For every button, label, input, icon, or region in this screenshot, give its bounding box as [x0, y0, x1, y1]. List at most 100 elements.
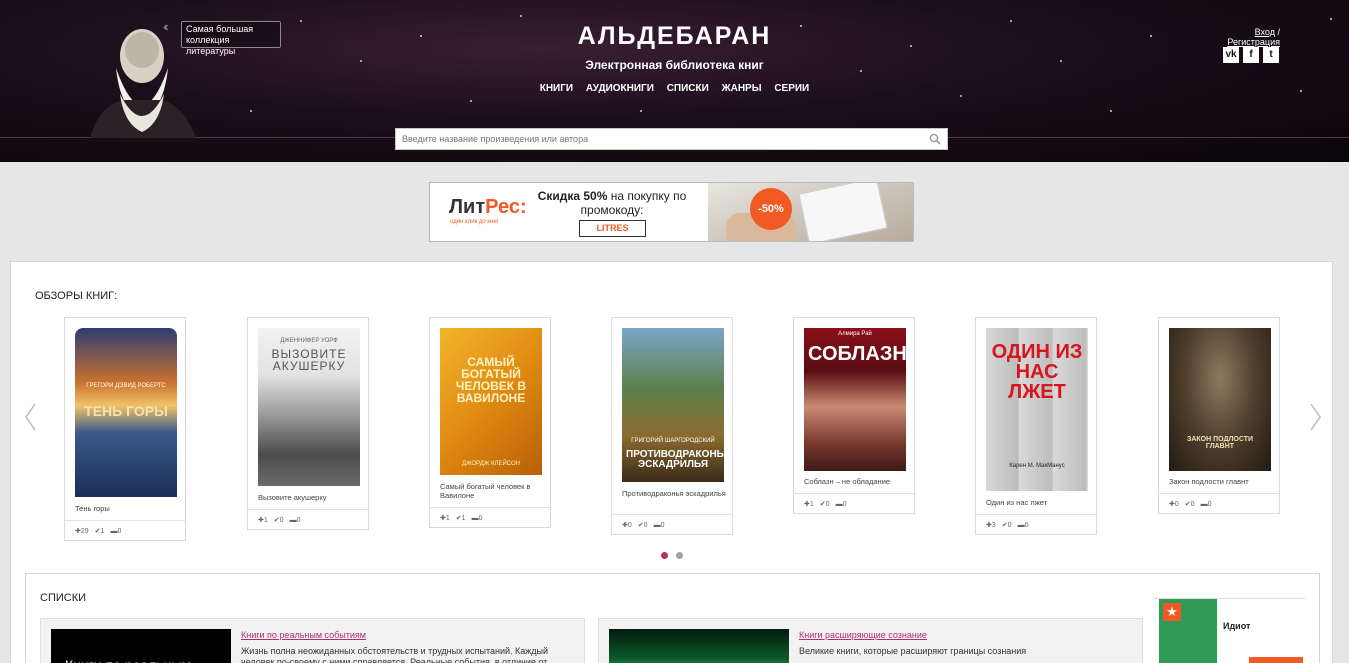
social-links: vk f t: [1223, 47, 1281, 63]
comments-count: ▬0: [1200, 501, 1212, 508]
checks-value: 1: [461, 515, 466, 522]
checks-count: ✔0: [1001, 522, 1012, 529]
carousel-prev-icon[interactable]: [23, 402, 39, 432]
book-title[interactable]: Соблазн – не обладание: [804, 477, 908, 486]
book-cover[interactable]: ГРИГОРИЙ ШАРГОРОДСКИЙ ПРОТИВОДРАКОНЬЯ ЭС…: [622, 328, 724, 482]
book-card[interactable]: САМЫЙ БОГАТЫЙ ЧЕЛОВЕК В ВАВИЛОНЕ ДЖОРДЖ …: [429, 317, 551, 528]
likes-value: 0: [1174, 501, 1179, 508]
cover-author: ДЖОРДЖ КЛЕЙСОН: [462, 461, 520, 467]
list-description: Жизнь полна неожиданных обстоятельств и …: [241, 646, 549, 663]
checks-value: 1: [100, 528, 105, 535]
banner-photo: -50%: [708, 183, 913, 241]
comments-value: 0: [1207, 501, 1212, 508]
discount-badge: -50%: [750, 188, 792, 230]
cover-title: ТЕНЬ ГОРЫ: [84, 403, 168, 419]
likes-count: ✚3: [986, 522, 996, 529]
site-tagline: Электронная библиотека книг: [585, 58, 764, 72]
checks-count: ✔0: [1184, 501, 1195, 508]
book-cover[interactable]: ГРЕГОРИ ДЭВИД РОБЕРТС ТЕНЬ ГОРЫ: [75, 328, 177, 497]
list-thumbnail[interactable]: Книги по реальным: [51, 629, 231, 663]
list-card[interactable]: Книги по реальным Книги по реальным собы…: [40, 618, 585, 663]
checks-value: 0: [1190, 501, 1195, 508]
comments-value: 0: [117, 528, 122, 535]
list-card[interactable]: Книги расширяющие сознание Великие книги…: [598, 618, 1143, 663]
book-cover[interactable]: САМЫЙ БОГАТЫЙ ЧЕЛОВЕК В ВАВИЛОНЕ ДЖОРДЖ …: [440, 328, 542, 475]
cover-title: ОДИН ИЗ НАС ЛЖЕТ: [991, 341, 1083, 403]
book-card[interactable]: Алмира Рай СОБЛАЗН Соблазн – не обладани…: [793, 317, 915, 514]
promo-code: LITRES: [579, 220, 646, 237]
book-cover[interactable]: ЗАКОН ПОДЛОСТИ ГЛАВНТ: [1169, 328, 1271, 471]
list-description: Великие книги, которые расширяют границы…: [799, 646, 1027, 656]
checks-count: ✔0: [637, 522, 648, 529]
likes-count: ✚1: [440, 515, 450, 522]
login-link[interactable]: Вход: [1255, 27, 1275, 37]
featured-book-cover[interactable]: ★: [1159, 599, 1217, 663]
book-stats: ✚1 ✔0 ▬0: [794, 493, 914, 513]
list-link[interactable]: Книги расширяющие сознание: [799, 630, 927, 640]
cover-author: Карен М. МакМанус: [1009, 463, 1065, 469]
search-bar: [395, 128, 948, 150]
book-stats: ✚0 ✔0 ▬0: [1159, 493, 1279, 513]
carousel-dot-active[interactable]: [661, 552, 668, 559]
twitter-icon[interactable]: t: [1263, 47, 1279, 63]
carousel-dot[interactable]: [676, 552, 683, 559]
search-input[interactable]: [396, 129, 916, 149]
content-panel: ОБЗОРЫ КНИГ: ГРЕГОРИ ДЭВИД РОБЕРТС ТЕНЬ …: [10, 261, 1333, 663]
auth-links: Вход / Регистрация: [1200, 27, 1280, 47]
cover-author: Алмира Рай: [838, 331, 872, 337]
promo-discount: Скидка 50%: [537, 189, 608, 203]
carousel-next-icon[interactable]: [1307, 402, 1323, 432]
book-card[interactable]: ЗАКОН ПОДЛОСТИ ГЛАВНТ Закон подлости гла…: [1158, 317, 1280, 514]
nav-series[interactable]: СЕРИИ: [774, 83, 809, 94]
star-icon: ★: [1163, 603, 1181, 621]
litres-ad-banner[interactable]: ЛитРес: один клик до книг Скидка 50% на …: [429, 182, 914, 242]
nav-lists[interactable]: СПИСКИ: [667, 83, 709, 94]
vk-icon[interactable]: vk: [1223, 47, 1239, 63]
cover-title: САМЫЙ БОГАТЫЙ ЧЕЛОВЕК В ВАВИЛОНЕ: [455, 355, 527, 405]
book-title[interactable]: Один из нас лжет: [986, 498, 1090, 507]
likes-value: 1: [809, 501, 814, 508]
cover-author: ГРИГОРИЙ ШАРГОРОДСКИЙ: [631, 438, 715, 444]
list-thumbnail[interactable]: [609, 629, 789, 663]
book-title[interactable]: Противодраконья эскадрилья: [622, 489, 726, 498]
nav-audiobooks[interactable]: АУДИОКНИГИ: [586, 83, 654, 94]
checks-value: 0: [279, 517, 284, 524]
featured-book[interactable]: ★ Идиот: [1153, 598, 1305, 663]
nav-books[interactable]: КНИГИ: [540, 83, 573, 94]
featured-book-title[interactable]: Идиот: [1223, 621, 1250, 631]
litres-logo-accent: Рес:: [485, 196, 527, 218]
book-title[interactable]: Вызовите акушерку: [258, 493, 362, 502]
cover-title: ВЫЗОВИТЕ АКУШЕРКУ: [271, 347, 347, 373]
book-cover[interactable]: ОДИН ИЗ НАС ЛЖЕТ Карен М. МакМанус: [986, 328, 1088, 491]
likes-value: 3: [991, 522, 996, 529]
book-stats: ✚1 ✔1 ▬0: [430, 507, 550, 527]
book-card[interactable]: ДЖЕННИФЕР УОРФ ВЫЗОВИТЕ АКУШЕРКУ Вызовит…: [247, 317, 369, 530]
featured-book-button[interactable]: [1249, 657, 1303, 663]
lists-section: СПИСКИ Книги по реальным Книги по реальн…: [25, 573, 1320, 663]
nav-genres[interactable]: ЖАНРЫ: [722, 83, 762, 94]
checks-value: 0: [1007, 522, 1012, 529]
comments-value: 0: [1024, 522, 1029, 529]
book-title[interactable]: Самый богатый человек в Вавилоне: [440, 482, 544, 500]
list-link[interactable]: Книги по реальным событиям: [241, 630, 366, 640]
book-cover[interactable]: ДЖЕННИФЕР УОРФ ВЫЗОВИТЕ АКУШЕРКУ: [258, 328, 360, 486]
facebook-icon[interactable]: f: [1243, 47, 1259, 63]
book-cover[interactable]: Алмира Рай СОБЛАЗН: [804, 328, 906, 471]
likes-value: 0: [627, 522, 632, 529]
lists-heading: СПИСКИ: [40, 592, 87, 604]
likes-count: ✚1: [258, 517, 268, 524]
litres-logo-main: Лит: [449, 196, 486, 218]
book-card[interactable]: ГРЕГОРИ ДЭВИД РОБЕРТС ТЕНЬ ГОРЫ Тень гор…: [64, 317, 186, 541]
register-link[interactable]: Регистрация: [1227, 37, 1280, 47]
comments-count: ▬0: [835, 501, 847, 508]
site-logo[interactable]: АЛЬДЕБАРАН: [0, 22, 1349, 51]
book-card[interactable]: ОДИН ИЗ НАС ЛЖЕТ Карен М. МакМанус Один …: [975, 317, 1097, 535]
book-card[interactable]: ГРИГОРИЙ ШАРГОРОДСКИЙ ПРОТИВОДРАКОНЬЯ ЭС…: [611, 317, 733, 535]
cover-author: ГРЕГОРИ ДЭВИД РОБЕРТС: [86, 383, 166, 389]
likes-value: 29: [80, 528, 89, 535]
checks-count: ✔0: [273, 517, 284, 524]
book-title[interactable]: Закон подлости главнт: [1169, 477, 1273, 486]
search-icon[interactable]: [929, 133, 941, 145]
likes-count: ✚0: [622, 522, 632, 529]
book-title[interactable]: Тень горы: [75, 504, 179, 513]
